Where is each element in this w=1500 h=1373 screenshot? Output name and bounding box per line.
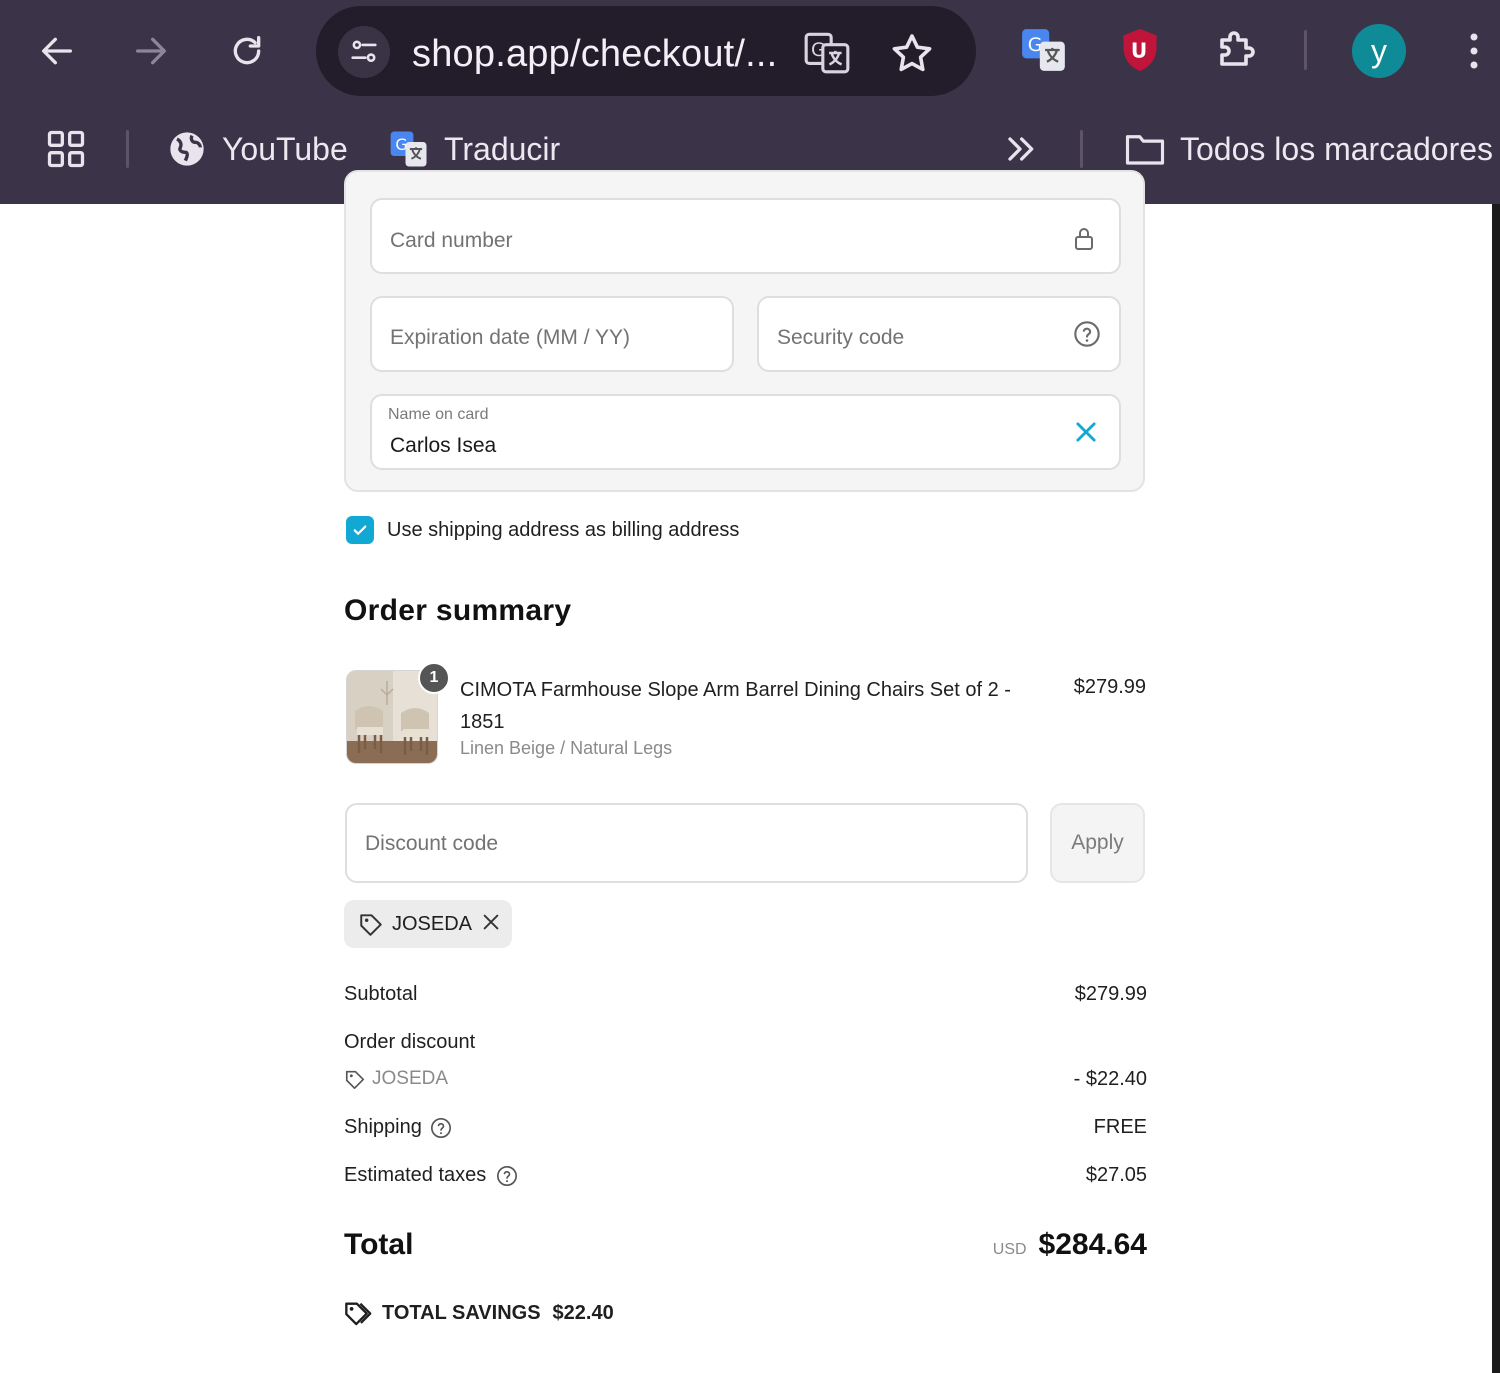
close-icon [483,914,499,929]
bookmark-star-button[interactable] [888,30,936,78]
product-variant: Linen Beige / Natural Legs [460,738,673,758]
svg-text:U: U [1131,38,1147,62]
quantity-badge: 1 [418,662,450,694]
order-discount-code-row: JOSEDA [344,1068,448,1090]
subtotal-label: Subtotal [344,983,418,1005]
checkmark-icon [353,525,367,535]
security-code-placeholder: Security code [777,326,905,349]
browser-menu-button[interactable] [1460,28,1488,74]
subtotal-value: $279.99 [1074,983,1147,1005]
url-text[interactable]: shop.app/checkout/... [412,33,777,76]
lock-icon [1072,226,1100,254]
clear-icon[interactable] [1072,418,1100,446]
google-translate-icon: G [388,128,430,170]
total-savings-row: TOTAL SAVINGS $22.40 [344,1299,614,1327]
google-translate-extension[interactable]: G [1018,24,1070,76]
profile-avatar[interactable]: y [1352,24,1406,78]
expiration-date-field[interactable]: Expiration date (MM / YY) [370,296,734,372]
taxes-value: $27.05 [1085,1164,1147,1186]
total-savings-label: TOTAL SAVINGS [382,1301,541,1324]
applied-discount-code: JOSEDA [392,912,473,935]
card-number-field[interactable]: Card number [370,198,1121,274]
toolbar-divider [1304,30,1307,70]
arrow-left-icon [42,37,73,65]
bookmark-youtube[interactable]: YouTube [166,126,348,172]
bookmarks-overflow-button[interactable] [1000,126,1040,172]
help-circle-icon[interactable] [496,1165,518,1187]
remove-discount-button[interactable] [480,911,502,938]
help-circle-icon[interactable] [1073,320,1101,348]
tag-icon [345,1070,365,1089]
apply-discount-button[interactable]: Apply [1050,803,1145,883]
card-number-placeholder: Card number [390,229,513,252]
tune-icon [351,40,377,63]
bookmark-traducir[interactable]: G Traducir [388,126,560,172]
translate-icon: G [804,32,850,74]
total-label: Total [344,1228,414,1261]
double-chevron-right-icon [1008,137,1034,161]
all-bookmarks-label: Todos los marcadores [1180,130,1494,167]
product-title: CIMOTA Farmhouse Slope Arm Barrel Dining… [460,679,1011,733]
billing-checkbox[interactable] [346,516,374,544]
total-amount: USD $284.64 [993,1228,1147,1262]
ublock-extension[interactable]: U [1114,24,1166,76]
forward-button[interactable] [126,26,176,76]
bookmarks-divider [1080,130,1083,168]
name-on-card-label: Name on card [388,406,489,423]
discount-code-placeholder: Discount code [365,832,499,855]
card-details-panel: Card number Expiration date (MM / YY) Se… [344,170,1145,492]
total-savings-value: $22.40 [552,1301,614,1324]
discount-code-input[interactable]: Discount code [345,803,1028,883]
all-bookmarks-folder[interactable]: Todos los marcadores [1124,126,1493,172]
reload-icon [233,36,261,65]
shipping-value: FREE [1093,1116,1147,1138]
folder-icon [1124,128,1166,170]
shipping-row-label: Shipping [344,1116,452,1139]
tags-icon [345,1302,372,1326]
extensions-button[interactable] [1210,24,1262,76]
help-circle-icon[interactable] [430,1117,452,1139]
reload-button[interactable] [222,26,272,76]
translate-page-button[interactable]: G [802,28,852,78]
billing-address-option[interactable]: Use shipping address as billing address [346,516,739,544]
order-summary-heading: Order summary [344,594,572,627]
bookmark-label: YouTube [222,130,348,167]
bookmark-label: Traducir [444,130,561,167]
product-price: $279.99 [1073,676,1146,698]
order-discount-label: Order discount [344,1031,476,1053]
arrow-right-icon [136,37,166,65]
apps-button[interactable] [44,126,88,172]
site-info-button[interactable] [338,26,390,78]
google-translate-icon: G [1022,29,1065,71]
total-value: $284.64 [1038,1228,1147,1261]
tag-icon [360,914,382,936]
billing-checkbox-label: Use shipping address as billing address [387,518,740,541]
address-bar[interactable]: shop.app/checkout/... G [316,6,976,96]
bookmarks-divider [126,130,129,168]
order-discount-code: JOSEDA [372,1068,449,1089]
shield-icon: U [1123,28,1157,72]
star-icon [892,34,932,72]
security-code-field[interactable]: Security code [757,296,1121,372]
apps-grid-icon [47,130,85,168]
name-on-card-field[interactable]: Name on card Carlos Isea [370,394,1121,470]
expiration-date-placeholder: Expiration date (MM / YY) [390,326,631,349]
shipping-label: Shipping [344,1116,422,1138]
order-discount-value: - $22.40 [1073,1068,1147,1090]
name-on-card-value: Carlos Isea [390,434,497,457]
taxes-label: Estimated taxes [344,1164,487,1186]
currency-code: USD [992,1241,1027,1258]
applied-discount-chip: JOSEDA [344,900,512,948]
taxes-row-label: Estimated taxes [344,1164,518,1187]
globe-icon [166,128,208,170]
page-scrollbar[interactable] [1492,204,1500,1373]
back-button[interactable] [32,26,82,76]
more-vertical-icon [1470,33,1478,69]
puzzle-icon [1220,31,1255,66]
